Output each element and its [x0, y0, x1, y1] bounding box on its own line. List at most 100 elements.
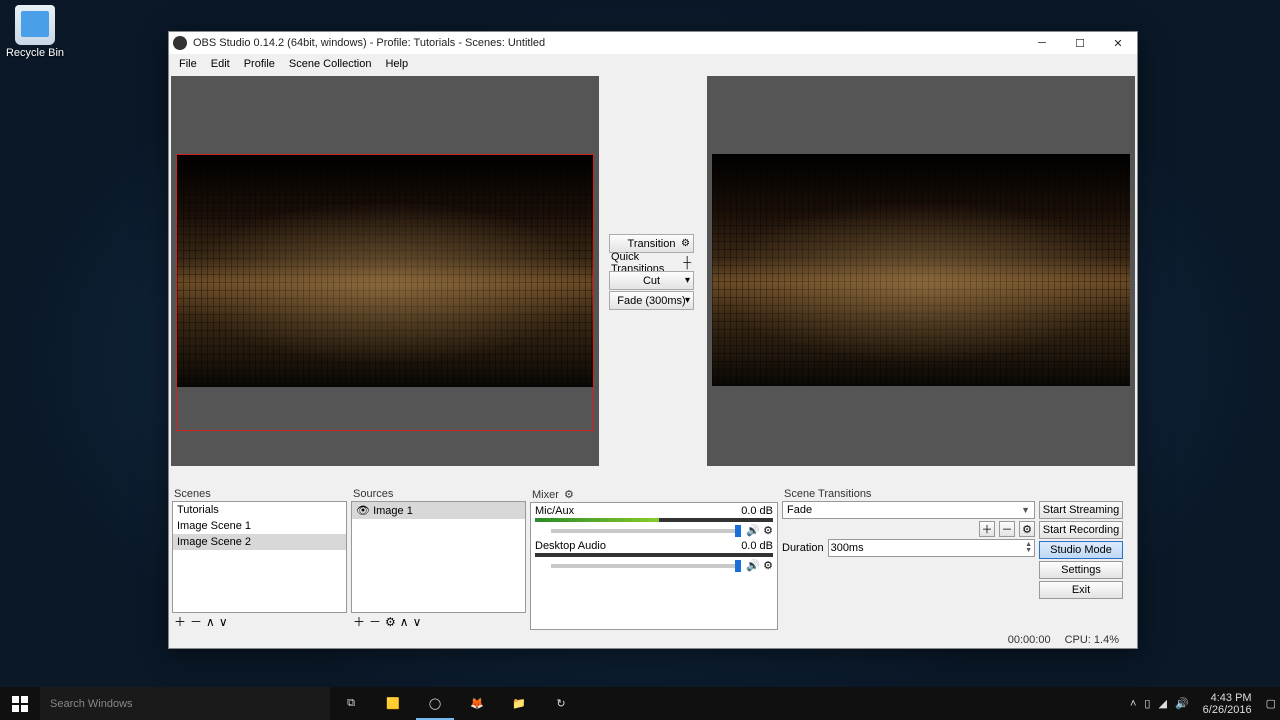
start-button[interactable] — [0, 687, 40, 720]
source-selection-box[interactable] — [176, 154, 594, 431]
task-view-button[interactable]: ⧉ — [330, 687, 372, 720]
menu-help[interactable]: Help — [379, 56, 414, 72]
gear-icon[interactable]: ⚙ — [564, 489, 574, 501]
scene-item[interactable]: Image Scene 2 — [173, 534, 346, 550]
mixer-channel-name: Desktop Audio — [535, 540, 606, 552]
menu-scene-collection[interactable]: Scene Collection — [283, 56, 378, 72]
move-source-down-button[interactable]: ∨ — [413, 616, 422, 628]
mixer-channel: Mic/Aux 0.0 dB 🔊 ⚙ — [532, 504, 776, 539]
transition-settings-button[interactable]: ⚙ — [1019, 521, 1035, 537]
statusbar: 00:00:00 CPU: 1.4% — [169, 631, 1137, 648]
remove-transition-button[interactable]: － — [999, 521, 1015, 537]
scenes-list[interactable]: Tutorials Image Scene 1 Image Scene 2 — [172, 501, 347, 613]
tray-wifi-icon[interactable]: ◢ — [1158, 697, 1166, 710]
scenes-toolbar: ＋ － ∧ ∨ — [172, 613, 347, 630]
scene-transitions-panel: Scene Transitions Fade▼ ＋ － ⚙ Duration 3… — [782, 487, 1035, 630]
remove-scene-button[interactable]: － — [190, 616, 202, 628]
settings-button[interactable]: Settings — [1039, 561, 1123, 579]
sources-list[interactable]: 👁 Image 1 — [351, 501, 526, 613]
taskbar: Search Windows ⧉ 🟨 ◯ 🦊 📁 ↻ ˄ ▯ ◢ 🔊 4:43 … — [0, 687, 1280, 720]
minimize-button[interactable]: ─ — [1023, 32, 1061, 54]
mixer-panel: Mixer ⚙ Mic/Aux 0.0 dB 🔊 ⚙ — [530, 487, 778, 630]
studio-mode-button[interactable]: Studio Mode — [1039, 541, 1123, 559]
source-item[interactable]: 👁 Image 1 — [352, 502, 525, 519]
move-source-up-button[interactable]: ∧ — [400, 616, 409, 628]
gear-icon[interactable]: ⚙ — [763, 524, 773, 537]
mixer-title: Mixer ⚙ — [530, 487, 778, 502]
scene-item[interactable]: Tutorials — [173, 502, 346, 518]
exit-button[interactable]: Exit — [1039, 581, 1123, 599]
move-scene-down-button[interactable]: ∨ — [219, 616, 228, 628]
mixer-list: Mic/Aux 0.0 dB 🔊 ⚙ Desktop Audio 0.0 dB — [530, 502, 778, 630]
taskbar-app[interactable]: ↻ — [540, 687, 582, 720]
search-box[interactable]: Search Windows — [40, 687, 330, 720]
sources-toolbar: ＋ － ⚙ ∧ ∨ — [351, 613, 526, 630]
maximize-button[interactable]: ☐ — [1061, 32, 1099, 54]
menu-edit[interactable]: Edit — [205, 56, 236, 72]
taskbar-explorer[interactable]: 📁 — [498, 687, 540, 720]
obs-window: OBS Studio 0.14.2 (64bit, windows) - Pro… — [168, 31, 1138, 649]
controls-panel: Start Streaming Start Recording Studio M… — [1039, 487, 1127, 630]
transition-select[interactable]: Fade▼ — [782, 501, 1035, 519]
scenes-title: Scenes — [172, 487, 347, 501]
add-quick-transition-button[interactable]: ┼ — [683, 257, 691, 269]
transition-controls: Transition ⚙ Quick Transitions ┼ Cut ▾ F… — [609, 234, 694, 311]
titlebar: OBS Studio 0.14.2 (64bit, windows) - Pro… — [169, 32, 1137, 54]
add-source-button[interactable]: ＋ — [353, 616, 365, 628]
transition-button-label: Transition — [628, 238, 676, 250]
eye-icon[interactable]: 👁 — [356, 504, 370, 517]
chevron-down-icon[interactable]: ▾ — [685, 275, 690, 286]
mixer-channel-name: Mic/Aux — [535, 505, 574, 517]
tray-notifications-icon[interactable]: ▢ — [1266, 697, 1276, 710]
menu-profile[interactable]: Profile — [238, 56, 281, 72]
close-button[interactable]: ✕ — [1099, 32, 1137, 54]
menu-file[interactable]: File — [173, 56, 203, 72]
source-properties-button[interactable]: ⚙ — [385, 616, 396, 628]
duration-input[interactable]: 300ms ▲▼ — [828, 539, 1035, 557]
taskbar-obs[interactable]: ◯ — [414, 687, 456, 720]
tray-chevron-icon[interactable]: ˄ — [1130, 698, 1136, 710]
windows-icon — [12, 696, 28, 712]
scene-transitions-title: Scene Transitions — [782, 487, 1035, 501]
volume-slider[interactable] — [551, 529, 741, 533]
preview-edit[interactable] — [171, 76, 599, 466]
sources-panel: Sources 👁 Image 1 ＋ － ⚙ ∧ ∨ — [351, 487, 526, 630]
audio-meter — [535, 518, 773, 522]
recycle-bin[interactable]: Recycle Bin — [5, 5, 65, 59]
tray-clock[interactable]: 4:43 PM 6/26/2016 — [1197, 692, 1258, 716]
speaker-icon[interactable]: 🔊 — [746, 559, 760, 572]
start-streaming-button[interactable]: Start Streaming — [1039, 501, 1123, 519]
move-scene-up-button[interactable]: ∧ — [206, 616, 215, 628]
quick-transition-cut[interactable]: Cut ▾ — [609, 271, 694, 290]
volume-slider[interactable] — [551, 564, 741, 568]
status-time: 00:00:00 — [1008, 634, 1051, 646]
source-item-label: Image 1 — [373, 505, 413, 517]
add-transition-button[interactable]: ＋ — [979, 521, 995, 537]
taskbar-firefox[interactable]: 🦊 — [456, 687, 498, 720]
start-recording-button[interactable]: Start Recording — [1039, 521, 1123, 539]
workspace: Transition ⚙ Quick Transitions ┼ Cut ▾ F… — [169, 74, 1137, 486]
sources-title: Sources — [351, 487, 526, 501]
recycle-bin-icon — [15, 5, 55, 45]
menubar: File Edit Profile Scene Collection Help — [169, 54, 1137, 74]
add-scene-button[interactable]: ＋ — [174, 616, 186, 628]
preview-program[interactable] — [707, 76, 1135, 466]
status-cpu: CPU: 1.4% — [1065, 634, 1119, 646]
mixer-channel-level: 0.0 dB — [741, 505, 773, 517]
system-tray: ˄ ▯ ◢ 🔊 4:43 PM 6/26/2016 ▢ — [1126, 692, 1280, 716]
speaker-icon[interactable]: 🔊 — [746, 524, 760, 537]
remove-source-button[interactable]: － — [369, 616, 381, 628]
gear-icon[interactable]: ⚙ — [681, 238, 690, 249]
quick-transition-fade[interactable]: Fade (300ms) ▾ — [609, 291, 694, 310]
recycle-bin-label: Recycle Bin — [5, 47, 65, 59]
gear-icon[interactable]: ⚙ — [763, 559, 773, 572]
mixer-channel: Desktop Audio 0.0 dB 🔊 ⚙ — [532, 539, 776, 574]
window-title: OBS Studio 0.14.2 (64bit, windows) - Pro… — [193, 37, 1023, 49]
scene-item[interactable]: Image Scene 1 — [173, 518, 346, 534]
tray-battery-icon[interactable]: ▯ — [1144, 697, 1150, 710]
chevron-down-icon[interactable]: ▾ — [685, 295, 690, 306]
tray-volume-icon[interactable]: 🔊 — [1175, 697, 1189, 710]
mixer-channel-level: 0.0 dB — [741, 540, 773, 552]
taskbar-app[interactable]: 🟨 — [372, 687, 414, 720]
app-icon — [173, 36, 187, 50]
